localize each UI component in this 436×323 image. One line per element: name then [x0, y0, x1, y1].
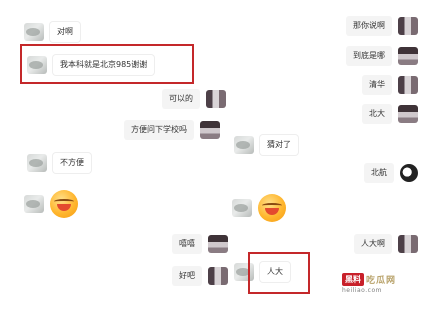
avatar[interactable]	[232, 199, 252, 217]
message-row: 对啊	[24, 22, 80, 42]
message-row	[232, 194, 286, 222]
avatar[interactable]	[398, 105, 418, 123]
avatar[interactable]	[398, 76, 418, 94]
avatar[interactable]	[27, 154, 47, 172]
message-row: 嘻嘻	[172, 234, 228, 254]
highlight-box	[248, 252, 310, 294]
message-row: 方便问下学校吗	[124, 120, 220, 140]
message-row: 到底是哪	[346, 46, 418, 66]
message-row: 好吧	[172, 266, 228, 286]
message-bubble: 人大啊	[354, 234, 392, 254]
message-row: 那你说啊	[346, 16, 418, 36]
watermark-name: 吃瓜网	[366, 276, 397, 286]
message-bubble: 那你说啊	[346, 16, 392, 36]
message-bubble: 不方便	[53, 153, 91, 173]
message-row: 不方便	[27, 153, 91, 173]
message-bubble: 好吧	[172, 266, 202, 286]
avatar[interactable]	[398, 235, 418, 253]
highlight-box	[20, 44, 194, 84]
grin-emoji-icon	[50, 190, 78, 218]
watermark-url: heiliao.com	[342, 287, 382, 294]
message-bubble: 到底是哪	[346, 46, 392, 66]
avatar[interactable]	[208, 235, 228, 253]
message-bubble: 可以的	[162, 89, 200, 109]
message-row	[24, 190, 78, 218]
message-bubble: 北大	[362, 104, 392, 124]
message-bubble: 北航	[364, 163, 394, 183]
avatar[interactable]	[200, 121, 220, 139]
avatar[interactable]	[398, 47, 418, 65]
avatar[interactable]	[24, 23, 44, 41]
avatar[interactable]	[24, 195, 44, 213]
avatar[interactable]	[234, 136, 254, 154]
message-bubble: 嘻嘻	[172, 234, 202, 254]
message-row: 人大啊	[354, 234, 418, 254]
grin-emoji-icon	[258, 194, 286, 222]
message-bubble: 猜对了	[260, 135, 298, 155]
message-row: 北航	[364, 163, 418, 183]
watermark: 黑料 吃瓜网 heiliao.com	[342, 273, 396, 294]
message-row: 猜对了	[234, 135, 298, 155]
message-bubble: 方便问下学校吗	[124, 120, 194, 140]
avatar[interactable]	[206, 90, 226, 108]
message-row: 可以的	[162, 89, 226, 109]
avatar[interactable]	[208, 267, 228, 285]
message-bubble: 清华	[362, 75, 392, 95]
message-bubble: 对啊	[50, 22, 80, 42]
watermark-logo: 黑料	[342, 273, 364, 286]
message-row: 清华	[362, 75, 418, 95]
avatar[interactable]	[400, 164, 418, 182]
avatar[interactable]	[398, 17, 418, 35]
message-row: 北大	[362, 104, 418, 124]
